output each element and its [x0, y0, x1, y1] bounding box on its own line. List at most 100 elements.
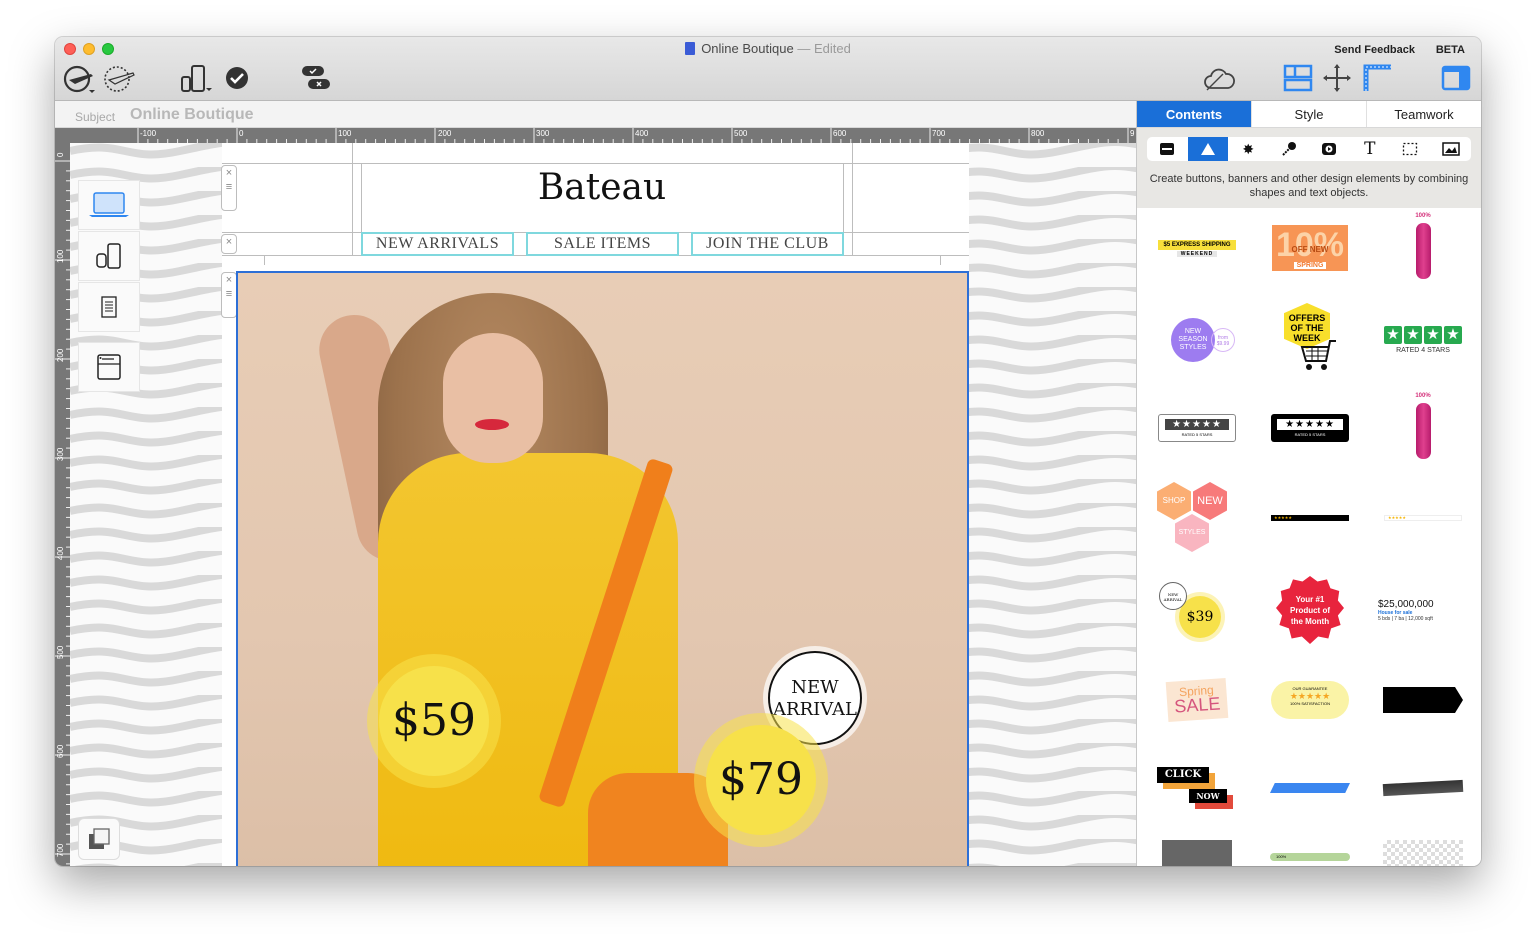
- document-name: Online Boutique: [701, 41, 794, 56]
- hero-image[interactable]: $59 NEW ARRIVAL $79: [236, 271, 969, 866]
- layers-button[interactable]: [78, 818, 120, 860]
- video-button[interactable]: [1309, 137, 1350, 161]
- remove-row-icon[interactable]: ×: [222, 235, 236, 249]
- publish-icon[interactable]: [63, 64, 97, 99]
- express-shipping-banner[interactable]: $5 EXPRESS SHIPPING WEEKEND: [1147, 208, 1247, 288]
- ten-percent-off[interactable]: 10% OFF NEW SPRING: [1260, 208, 1360, 288]
- price-badge-79[interactable]: $79: [706, 725, 816, 835]
- edited-status: — Edited: [797, 41, 851, 56]
- shop-new-styles[interactable]: SHOP NEW STYLES: [1147, 478, 1247, 558]
- content-type-bar: ✸ T: [1147, 137, 1471, 161]
- ruler-label: 600: [56, 744, 65, 758]
- ruler-label: 600: [833, 129, 847, 138]
- rated-5-stars-light[interactable]: ★★★★★ RATED 5 STARS: [1147, 388, 1247, 468]
- horizontal-ruler: -100 0 100 200 300 400 500 600 700 800 9: [55, 128, 1136, 143]
- send-feedback-link[interactable]: Send Feedback: [1334, 44, 1415, 56]
- drag-handle-icon[interactable]: ≡: [222, 180, 236, 194]
- product-of-month[interactable]: Your #1 Product of the Month: [1260, 570, 1360, 650]
- price-badge-59[interactable]: $59: [379, 666, 489, 776]
- new-season-styles[interactable]: NEW SEASON STYLES from $9.99: [1147, 300, 1247, 380]
- row-handle[interactable]: ×: [221, 234, 237, 254]
- preview-publish-icon[interactable]: [103, 64, 137, 99]
- desktop-view-button[interactable]: [78, 180, 140, 230]
- subject-input[interactable]: Online Boutique: [130, 106, 254, 124]
- transparent-glow[interactable]: [1373, 838, 1473, 866]
- checkmark-icon[interactable]: [225, 66, 249, 95]
- nav-join-the-club[interactable]: JOIN THE CLUB: [691, 235, 844, 253]
- subject-bar: Subject Online Boutique: [55, 101, 1136, 128]
- gray-block[interactable]: [1147, 838, 1247, 866]
- model-face: [443, 333, 543, 463]
- dark-slanted-bar[interactable]: [1373, 748, 1473, 828]
- offers-of-the-week[interactable]: OFFERS OF THE WEEK: [1260, 300, 1360, 380]
- ruler-icon[interactable]: [1363, 64, 1393, 97]
- html-view-button[interactable]: [78, 342, 140, 392]
- starburst-icon: ✸: [1242, 140, 1255, 157]
- brand-logo-text[interactable]: Bateau: [361, 167, 843, 208]
- blue-parallelogram[interactable]: [1260, 748, 1360, 828]
- ruler-label: 400: [56, 546, 65, 560]
- move-icon[interactable]: [1322, 63, 1352, 98]
- spring-sale[interactable]: Spring SALE: [1147, 660, 1247, 740]
- browser-icon: [97, 354, 121, 380]
- document-icon: [101, 296, 117, 318]
- image-icon: [1442, 142, 1460, 156]
- selection-button[interactable]: [1390, 137, 1431, 161]
- green-progress-bar[interactable]: 100%: [1260, 838, 1360, 866]
- badge-line-2: ARRIVAL: [773, 699, 857, 720]
- inspector-panel: Contents Style Teamwork ✸ T Create butto…: [1136, 101, 1481, 866]
- beta-badge: BETA: [1435, 44, 1465, 56]
- reviews-bar-dark[interactable]: ★★★★★: [1260, 478, 1360, 558]
- design-canvas[interactable]: Bateau NEW ARRIVALS SALE ITEMS JOIN THE …: [70, 143, 1136, 866]
- devices-icon[interactable]: [180, 64, 214, 99]
- tab-contents[interactable]: Contents: [1137, 101, 1251, 127]
- ruler-label: 300: [536, 129, 550, 138]
- new-arrival-39[interactable]: $39 NEW ARRIVAL: [1147, 570, 1247, 650]
- shapes-button[interactable]: [1187, 137, 1228, 161]
- effects-button[interactable]: [1269, 137, 1310, 161]
- element-library-grid: $5 EXPRESS SHIPPING WEEKEND 10% OFF NEW …: [1137, 208, 1481, 866]
- tab-teamwork[interactable]: Teamwork: [1366, 101, 1481, 127]
- mobile-view-button[interactable]: [78, 231, 140, 281]
- nav-new-arrivals[interactable]: NEW ARRIVALS: [361, 235, 514, 253]
- window-title: Online Boutique — Edited: [55, 41, 1481, 56]
- text-view-button[interactable]: [78, 282, 140, 332]
- ruler-label: 700: [932, 129, 946, 138]
- ruler-label: 200: [438, 129, 452, 138]
- layout-block-button[interactable]: [1147, 137, 1188, 161]
- comments-icon[interactable]: [300, 64, 332, 97]
- layout-guide: [852, 143, 853, 255]
- text-button[interactable]: T: [1350, 137, 1391, 161]
- ruler-label: 300: [56, 447, 65, 461]
- black-arrow-banner[interactable]: [1373, 660, 1473, 740]
- rated-5-stars-dark[interactable]: ★★★★★ RATED 5 STARS: [1260, 388, 1360, 468]
- ruler-label: 700: [56, 843, 65, 857]
- tab-style[interactable]: Style: [1251, 101, 1366, 127]
- image-button[interactable]: [1431, 137, 1472, 161]
- layout-icon[interactable]: [1283, 64, 1313, 97]
- row-handle[interactable]: × ≡: [221, 165, 237, 211]
- layers-icon: [89, 828, 110, 849]
- ruler-label: 9: [1130, 129, 1135, 138]
- remove-row-icon[interactable]: ×: [222, 273, 236, 287]
- badge-button[interactable]: ✸: [1228, 137, 1269, 161]
- layout-guide: [264, 255, 265, 265]
- drag-handle-icon[interactable]: ≡: [222, 287, 236, 301]
- ruler-label: 500: [734, 129, 748, 138]
- nav-sale-items[interactable]: SALE ITEMS: [526, 235, 679, 253]
- sidebar-toggle-icon[interactable]: [1441, 65, 1471, 96]
- house-for-sale[interactable]: $25,000,000 House for sale 5 bds | 7 ba …: [1373, 570, 1473, 650]
- selection-icon: [1403, 142, 1418, 156]
- click-now[interactable]: CLICK NOW: [1147, 748, 1247, 828]
- layout-guide: [352, 143, 353, 255]
- cloud-icon[interactable]: [1203, 66, 1235, 97]
- reviews-bar-light[interactable]: ★★★★★: [1373, 478, 1473, 558]
- progress-cylinder-2[interactable]: 100%: [1373, 388, 1473, 468]
- satisfaction-guarantee[interactable]: OUR GUARANTEE ★★★★★ 100% SATISFACTION: [1260, 660, 1360, 740]
- rated-4-stars[interactable]: ★ ★ ★ ★ RATED 4 STARS: [1373, 300, 1473, 380]
- model-lips: [475, 419, 509, 430]
- remove-row-icon[interactable]: ×: [222, 166, 236, 180]
- ruler-label: 0: [239, 129, 244, 138]
- progress-cylinder-1[interactable]: 100%: [1373, 208, 1473, 288]
- row-handle[interactable]: × ≡: [221, 272, 237, 318]
